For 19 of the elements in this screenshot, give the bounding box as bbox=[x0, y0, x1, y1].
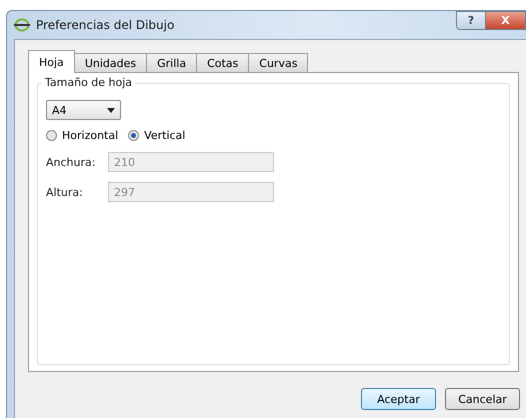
tab[interactable]: Cotas bbox=[196, 53, 250, 72]
help-button[interactable]: ? bbox=[456, 11, 486, 30]
field-label: Anchura: bbox=[46, 156, 96, 168]
radio-button[interactable] bbox=[46, 130, 57, 141]
dialog-button[interactable]: Cancelar bbox=[445, 388, 520, 410]
app-icon bbox=[14, 18, 30, 32]
caret-icon bbox=[107, 108, 115, 112]
paper-size-dropdown[interactable]: A4 bbox=[46, 100, 121, 120]
tab[interactable]: Unidades bbox=[74, 53, 148, 72]
group-title: Tamaño de hoja bbox=[42, 76, 136, 89]
radio-label: Vertical bbox=[144, 129, 186, 142]
tab[interactable]: Grilla bbox=[146, 53, 198, 72]
tab[interactable]: Hoja bbox=[28, 50, 75, 73]
tab[interactable]: Curvas bbox=[248, 53, 308, 72]
radio-label: Horizontal bbox=[62, 129, 118, 142]
field-label: Altura: bbox=[46, 186, 84, 198]
dialog-button[interactable]: Aceptar bbox=[361, 388, 436, 410]
window-title: Preferencias del Dibujo bbox=[36, 18, 174, 32]
radio-button[interactable] bbox=[128, 130, 140, 141]
